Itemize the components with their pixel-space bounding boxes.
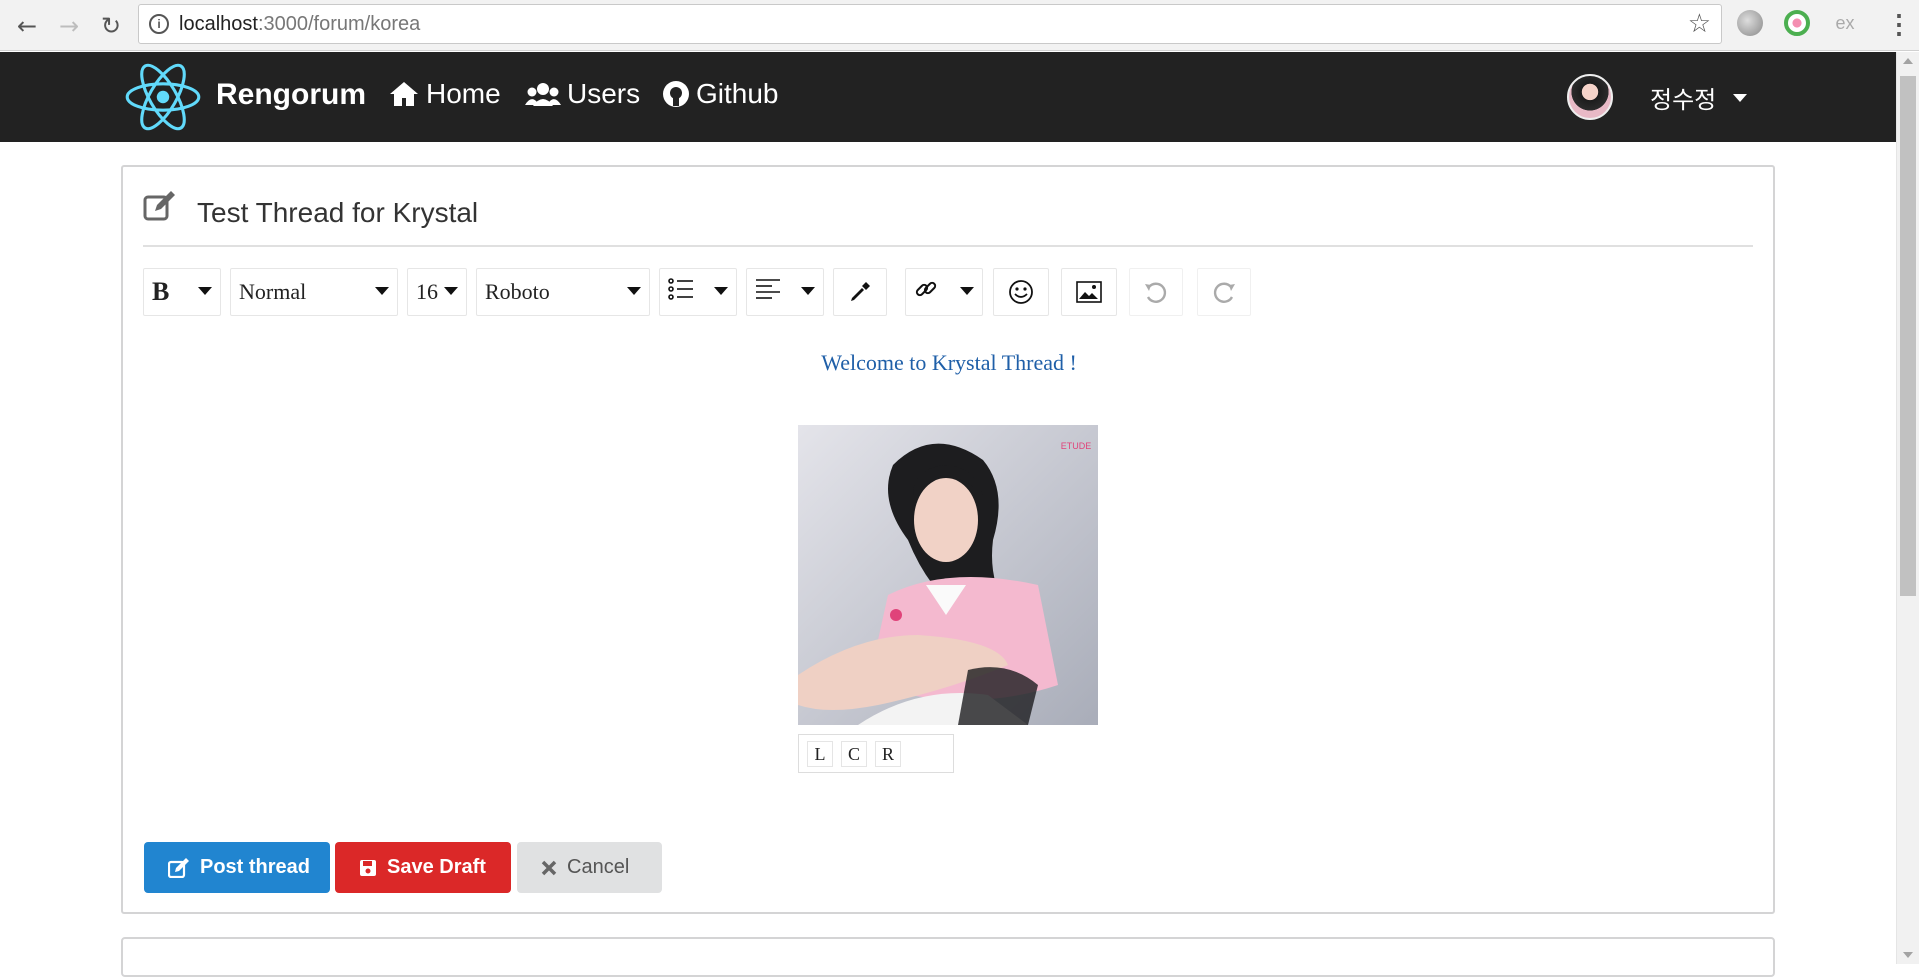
save-draft-label: Save Draft xyxy=(387,856,486,878)
redo-icon xyxy=(1198,279,1250,305)
block-type-value: Normal xyxy=(239,279,307,304)
edit-icon xyxy=(143,191,177,226)
top-navbar: Rengorum Home Users Github 정수정 xyxy=(0,52,1896,142)
extension-icon[interactable]: ex xyxy=(1832,10,1858,36)
react-logo-icon[interactable] xyxy=(124,62,202,132)
chevron-down-icon xyxy=(960,287,974,295)
scroll-up-icon[interactable] xyxy=(1903,58,1913,64)
link-icon xyxy=(906,277,938,307)
text-align-dropdown[interactable] xyxy=(746,268,824,316)
nav-link-label: Users xyxy=(567,78,641,109)
font-family-dropdown[interactable]: Roboto xyxy=(476,268,650,316)
extension-icon[interactable] xyxy=(1784,10,1810,36)
nav-link-users[interactable]: Users xyxy=(525,78,640,110)
forward-arrow-icon[interactable]: → xyxy=(52,9,86,43)
nav-link-home[interactable]: Home xyxy=(388,78,501,110)
undo-icon xyxy=(1130,279,1182,305)
image-icon xyxy=(1062,281,1116,303)
address-bar[interactable]: i localhost:3000/forum/korea ☆ xyxy=(138,4,1722,44)
cancel-button[interactable]: Cancel xyxy=(517,842,662,893)
font-size-dropdown[interactable]: 16 xyxy=(407,268,467,316)
back-arrow-icon[interactable]: ← xyxy=(10,9,44,43)
post-thread-label: Post thread xyxy=(200,856,311,878)
editor-body-text[interactable]: Welcome to Krystal Thread ! xyxy=(123,350,1775,376)
block-type-dropdown[interactable]: Normal xyxy=(230,268,398,316)
brand-name[interactable]: Rengorum xyxy=(216,78,366,112)
align-center-button[interactable]: C xyxy=(841,740,867,767)
color-picker-button[interactable] xyxy=(833,268,887,316)
link-dropdown[interactable] xyxy=(905,268,983,316)
emoji-button[interactable] xyxy=(993,268,1049,316)
username-dropdown[interactable]: 정수정 xyxy=(1650,80,1716,115)
redo-button[interactable] xyxy=(1197,268,1251,316)
scrollbar-thumb[interactable] xyxy=(1900,76,1916,596)
chevron-down-icon xyxy=(714,287,728,295)
list-dropdown[interactable] xyxy=(659,268,737,316)
users-icon xyxy=(525,81,561,107)
chevron-down-icon[interactable] xyxy=(1733,94,1747,102)
nav-link-label: Home xyxy=(426,78,501,109)
align-left-button[interactable]: L xyxy=(807,740,833,767)
edit-icon xyxy=(168,857,190,878)
smiley-icon xyxy=(994,279,1048,305)
chevron-down-icon xyxy=(444,287,458,295)
thread-title-row: Test Thread for Krystal xyxy=(143,187,1753,247)
extension-icon[interactable] xyxy=(1737,10,1763,36)
bold-icon: B xyxy=(152,277,170,306)
embedded-photo[interactable]: ETUDE xyxy=(798,425,1098,725)
next-card xyxy=(121,937,1775,977)
scroll-down-icon[interactable] xyxy=(1903,952,1913,958)
nav-link-github[interactable]: Github xyxy=(662,78,779,110)
browser-menu-icon[interactable]: ⋮ xyxy=(1886,9,1912,40)
chevron-down-icon xyxy=(375,287,389,295)
nav-link-label: Github xyxy=(696,78,779,109)
browser-toolbar: ← → ↻ i localhost:3000/forum/korea ☆ ex … xyxy=(0,0,1919,51)
image-align-toolbar: L C R xyxy=(798,734,954,773)
list-icon xyxy=(660,278,694,306)
reload-icon[interactable]: ↻ xyxy=(94,9,128,43)
align-right-button[interactable]: R xyxy=(875,740,901,767)
close-icon xyxy=(541,860,557,876)
font-size-value: 16 xyxy=(416,279,438,304)
font-family-value: Roboto xyxy=(485,279,550,304)
chevron-down-icon xyxy=(198,287,212,295)
cancel-label: Cancel xyxy=(567,856,630,878)
post-thread-button[interactable]: Post thread xyxy=(144,842,330,893)
home-icon xyxy=(388,80,420,108)
bookmark-star-icon[interactable]: ☆ xyxy=(1688,9,1711,39)
save-icon xyxy=(359,859,377,877)
github-icon xyxy=(662,80,690,108)
inline-style-dropdown[interactable]: B xyxy=(143,268,221,316)
save-draft-button[interactable]: Save Draft xyxy=(335,842,511,893)
undo-button[interactable] xyxy=(1129,268,1183,316)
image-button[interactable] xyxy=(1061,268,1117,316)
new-thread-card: Test Thread for Krystal B Normal 16 Robo… xyxy=(121,165,1775,914)
page-scrollbar[interactable] xyxy=(1896,52,1919,964)
eyedropper-icon xyxy=(834,281,886,303)
url-text: localhost:3000/forum/korea xyxy=(179,13,421,35)
chevron-down-icon xyxy=(627,287,641,295)
svg-text:ETUDE: ETUDE xyxy=(1061,441,1092,451)
photo-image: ETUDE xyxy=(798,425,1098,725)
site-info-icon[interactable]: i xyxy=(149,14,169,34)
thread-title-input[interactable]: Test Thread for Krystal xyxy=(197,197,478,229)
chevron-down-icon xyxy=(801,287,815,295)
avatar[interactable] xyxy=(1567,74,1613,120)
align-left-icon xyxy=(747,278,781,306)
